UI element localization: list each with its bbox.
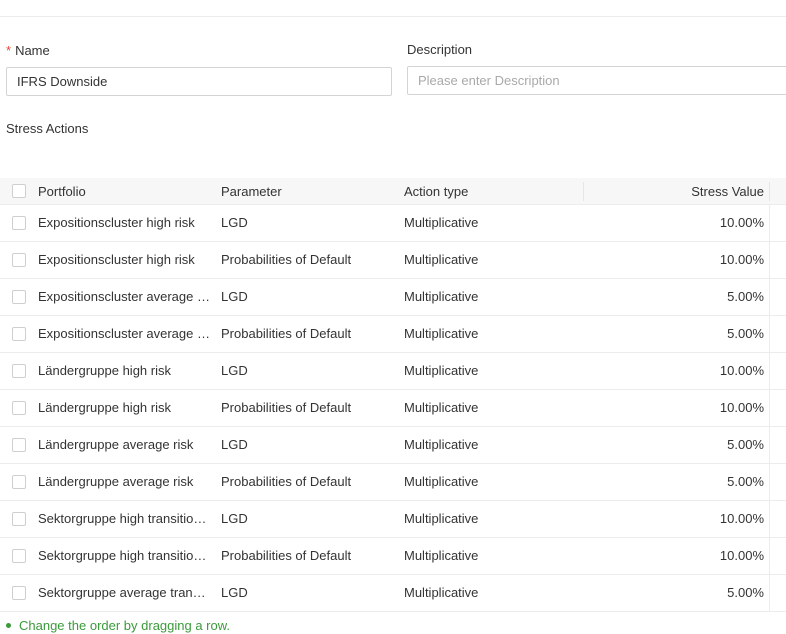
cell-parameter: Probabilities of Default bbox=[221, 326, 352, 341]
cell-parameter: LGD bbox=[221, 363, 248, 378]
cell-action-type: Multiplicative bbox=[404, 585, 479, 600]
cell-parameter: LGD bbox=[221, 215, 248, 230]
cell-parameter: LGD bbox=[221, 289, 248, 304]
table-row[interactable]: Expositionscluster average risk LGD Multip… bbox=[0, 279, 786, 316]
drag-hint-text: Change the order by dragging a row. bbox=[19, 618, 231, 633]
row-checkbox[interactable] bbox=[12, 216, 26, 230]
table-row[interactable]: Ländergruppe high risk LGD Multiplicative 1… bbox=[0, 353, 786, 390]
cell-action-type: Multiplicative bbox=[404, 437, 479, 452]
table-body: Expositionscluster high risk LGD Multiplic… bbox=[0, 205, 786, 612]
cell-stress-value: 5.00% bbox=[727, 474, 764, 489]
cell-parameter: Probabilities of Default bbox=[221, 474, 352, 489]
table-row[interactable]: Ländergruppe high risk Probabilities of D… bbox=[0, 390, 786, 427]
description-input[interactable] bbox=[407, 66, 786, 95]
description-label: Description bbox=[407, 42, 473, 57]
cell-portfolio: Expositionscluster high risk bbox=[38, 252, 195, 267]
cell-portfolio: Expositionscluster high risk bbox=[38, 215, 195, 230]
required-mark: * bbox=[6, 43, 12, 58]
cell-parameter: Probabilities of Default bbox=[221, 548, 352, 563]
cell-stress-value: 10.00% bbox=[719, 252, 764, 267]
row-right-border bbox=[769, 390, 770, 426]
name-input[interactable] bbox=[6, 67, 392, 96]
stress-scenario-form: *Name Description Stress Actions Portfol… bbox=[0, 0, 786, 634]
cell-portfolio: Sektorgruppe high transition ... bbox=[38, 511, 212, 526]
cell-portfolio: Expositionscluster average risk bbox=[38, 289, 212, 304]
row-right-border bbox=[769, 316, 770, 352]
column-header-action-type[interactable]: Action type bbox=[404, 178, 468, 205]
row-right-border bbox=[769, 242, 770, 278]
row-checkbox[interactable] bbox=[12, 475, 26, 489]
cell-stress-value: 5.00% bbox=[727, 326, 764, 341]
stress-actions-title: Stress Actions bbox=[6, 121, 89, 136]
row-right-border bbox=[769, 538, 770, 574]
cell-stress-value: 10.00% bbox=[719, 363, 764, 378]
table-row[interactable]: Sektorgruppe high transition ... Probabil… bbox=[0, 538, 786, 575]
cell-action-type: Multiplicative bbox=[404, 474, 479, 489]
cell-stress-value: 10.00% bbox=[719, 548, 764, 563]
cell-portfolio: Expositionscluster average risk bbox=[38, 326, 212, 341]
name-label: * Name bbox=[6, 43, 50, 58]
cell-parameter: Probabilities of Default bbox=[221, 252, 352, 267]
cell-stress-value: 5.00% bbox=[727, 585, 764, 600]
hint-bullet-icon bbox=[6, 623, 11, 628]
row-right-border bbox=[769, 205, 770, 241]
drag-hint: Change the order by dragging a row. bbox=[6, 618, 230, 633]
cell-stress-value: 10.00% bbox=[719, 215, 764, 230]
table-row[interactable]: Sektorgruppe average transiti... LGD Multi… bbox=[0, 575, 786, 612]
cell-stress-value: 5.00% bbox=[727, 437, 764, 452]
cell-action-type: Multiplicative bbox=[404, 363, 479, 378]
row-checkbox[interactable] bbox=[12, 364, 26, 378]
top-divider bbox=[0, 16, 786, 17]
column-separator[interactable] bbox=[769, 182, 770, 201]
column-header-stress-value[interactable]: Stress Value bbox=[584, 178, 764, 205]
cell-portfolio: Ländergruppe high risk bbox=[38, 363, 171, 378]
row-right-border bbox=[769, 464, 770, 500]
cell-stress-value: 10.00% bbox=[719, 400, 764, 415]
row-checkbox[interactable] bbox=[12, 401, 26, 415]
table-row[interactable]: Expositionscluster high risk LGD Multiplic… bbox=[0, 205, 786, 242]
column-header-parameter[interactable]: Parameter bbox=[221, 178, 282, 205]
cell-portfolio: Sektorgruppe average transiti... bbox=[38, 585, 212, 600]
column-header-portfolio[interactable]: Portfolio bbox=[38, 178, 86, 205]
row-right-border bbox=[769, 279, 770, 315]
cell-action-type: Multiplicative bbox=[404, 289, 479, 304]
cell-action-type: Multiplicative bbox=[404, 215, 479, 230]
row-checkbox[interactable] bbox=[12, 512, 26, 526]
select-all-checkbox[interactable] bbox=[12, 184, 26, 198]
row-right-border bbox=[769, 575, 770, 611]
cell-portfolio: Ländergruppe average risk bbox=[38, 437, 194, 452]
table-row[interactable]: Expositionscluster average risk Probabili… bbox=[0, 316, 786, 353]
table-row[interactable]: Ländergruppe average risk LGD Multiplicati… bbox=[0, 427, 786, 464]
cell-parameter: Probabilities of Default bbox=[221, 400, 352, 415]
row-checkbox[interactable] bbox=[12, 549, 26, 563]
cell-portfolio: Ländergruppe average risk bbox=[38, 474, 194, 489]
cell-parameter: LGD bbox=[221, 511, 248, 526]
cell-stress-value: 10.00% bbox=[719, 511, 764, 526]
cell-portfolio: Ländergruppe high risk bbox=[38, 400, 171, 415]
table-header: Portfolio Parameter Action type Stress V… bbox=[0, 178, 786, 205]
cell-action-type: Multiplicative bbox=[404, 511, 479, 526]
table-row[interactable]: Expositionscluster high risk Probabilitie… bbox=[0, 242, 786, 279]
cell-stress-value: 5.00% bbox=[727, 289, 764, 304]
cell-portfolio: Sektorgruppe high transition ... bbox=[38, 548, 212, 563]
row-checkbox[interactable] bbox=[12, 438, 26, 452]
cell-action-type: Multiplicative bbox=[404, 252, 479, 267]
cell-action-type: Multiplicative bbox=[404, 548, 479, 563]
table-row[interactable]: Sektorgruppe high transition ... LGD Multi… bbox=[0, 501, 786, 538]
row-checkbox[interactable] bbox=[12, 290, 26, 304]
row-checkbox[interactable] bbox=[12, 253, 26, 267]
cell-parameter: LGD bbox=[221, 585, 248, 600]
row-right-border bbox=[769, 501, 770, 537]
name-label-text: Name bbox=[15, 43, 50, 58]
cell-action-type: Multiplicative bbox=[404, 400, 479, 415]
cell-parameter: LGD bbox=[221, 437, 248, 452]
row-right-border bbox=[769, 427, 770, 463]
cell-action-type: Multiplicative bbox=[404, 326, 479, 341]
table-row[interactable]: Ländergruppe average risk Probabilities o… bbox=[0, 464, 786, 501]
stress-actions-table: Portfolio Parameter Action type Stress V… bbox=[0, 178, 786, 612]
row-checkbox[interactable] bbox=[12, 586, 26, 600]
row-checkbox[interactable] bbox=[12, 327, 26, 341]
row-right-border bbox=[769, 353, 770, 389]
